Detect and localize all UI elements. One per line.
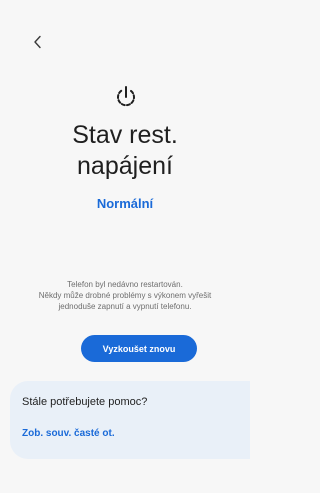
power-restart-status-screen: Stav rest. napájení Normální Telefon byl…: [0, 0, 250, 493]
page-title-line-1: Stav rest.: [72, 121, 178, 149]
back-button[interactable]: [26, 30, 50, 54]
description-line-2: Někdy může drobné problémy s výkonem vyř…: [38, 291, 212, 300]
description: Telefon byl nedávno restartován. Někdy m…: [20, 279, 230, 312]
chevron-left-icon: [34, 35, 41, 49]
description-line-3: jednoduše zapnutí a vypnutí telefonu.: [58, 302, 192, 311]
status-value: Normální: [96, 196, 154, 211]
page-title: Stav rest. napájení: [0, 120, 250, 182]
page-title-line-2: napájení: [77, 152, 173, 180]
related-faq-link[interactable]: Zob. souv. časté ot.: [22, 428, 115, 439]
help-card: Stále potřebujete pomoc? Zob. souv. čast…: [10, 381, 250, 459]
power-restart-icon: [117, 86, 135, 107]
help-card-title: Stále potřebujete pomoc?: [22, 396, 148, 408]
description-line-1: Telefon byl nedávno restartován.: [67, 280, 183, 289]
try-again-button[interactable]: Vyzkoušet znovu: [81, 335, 197, 362]
